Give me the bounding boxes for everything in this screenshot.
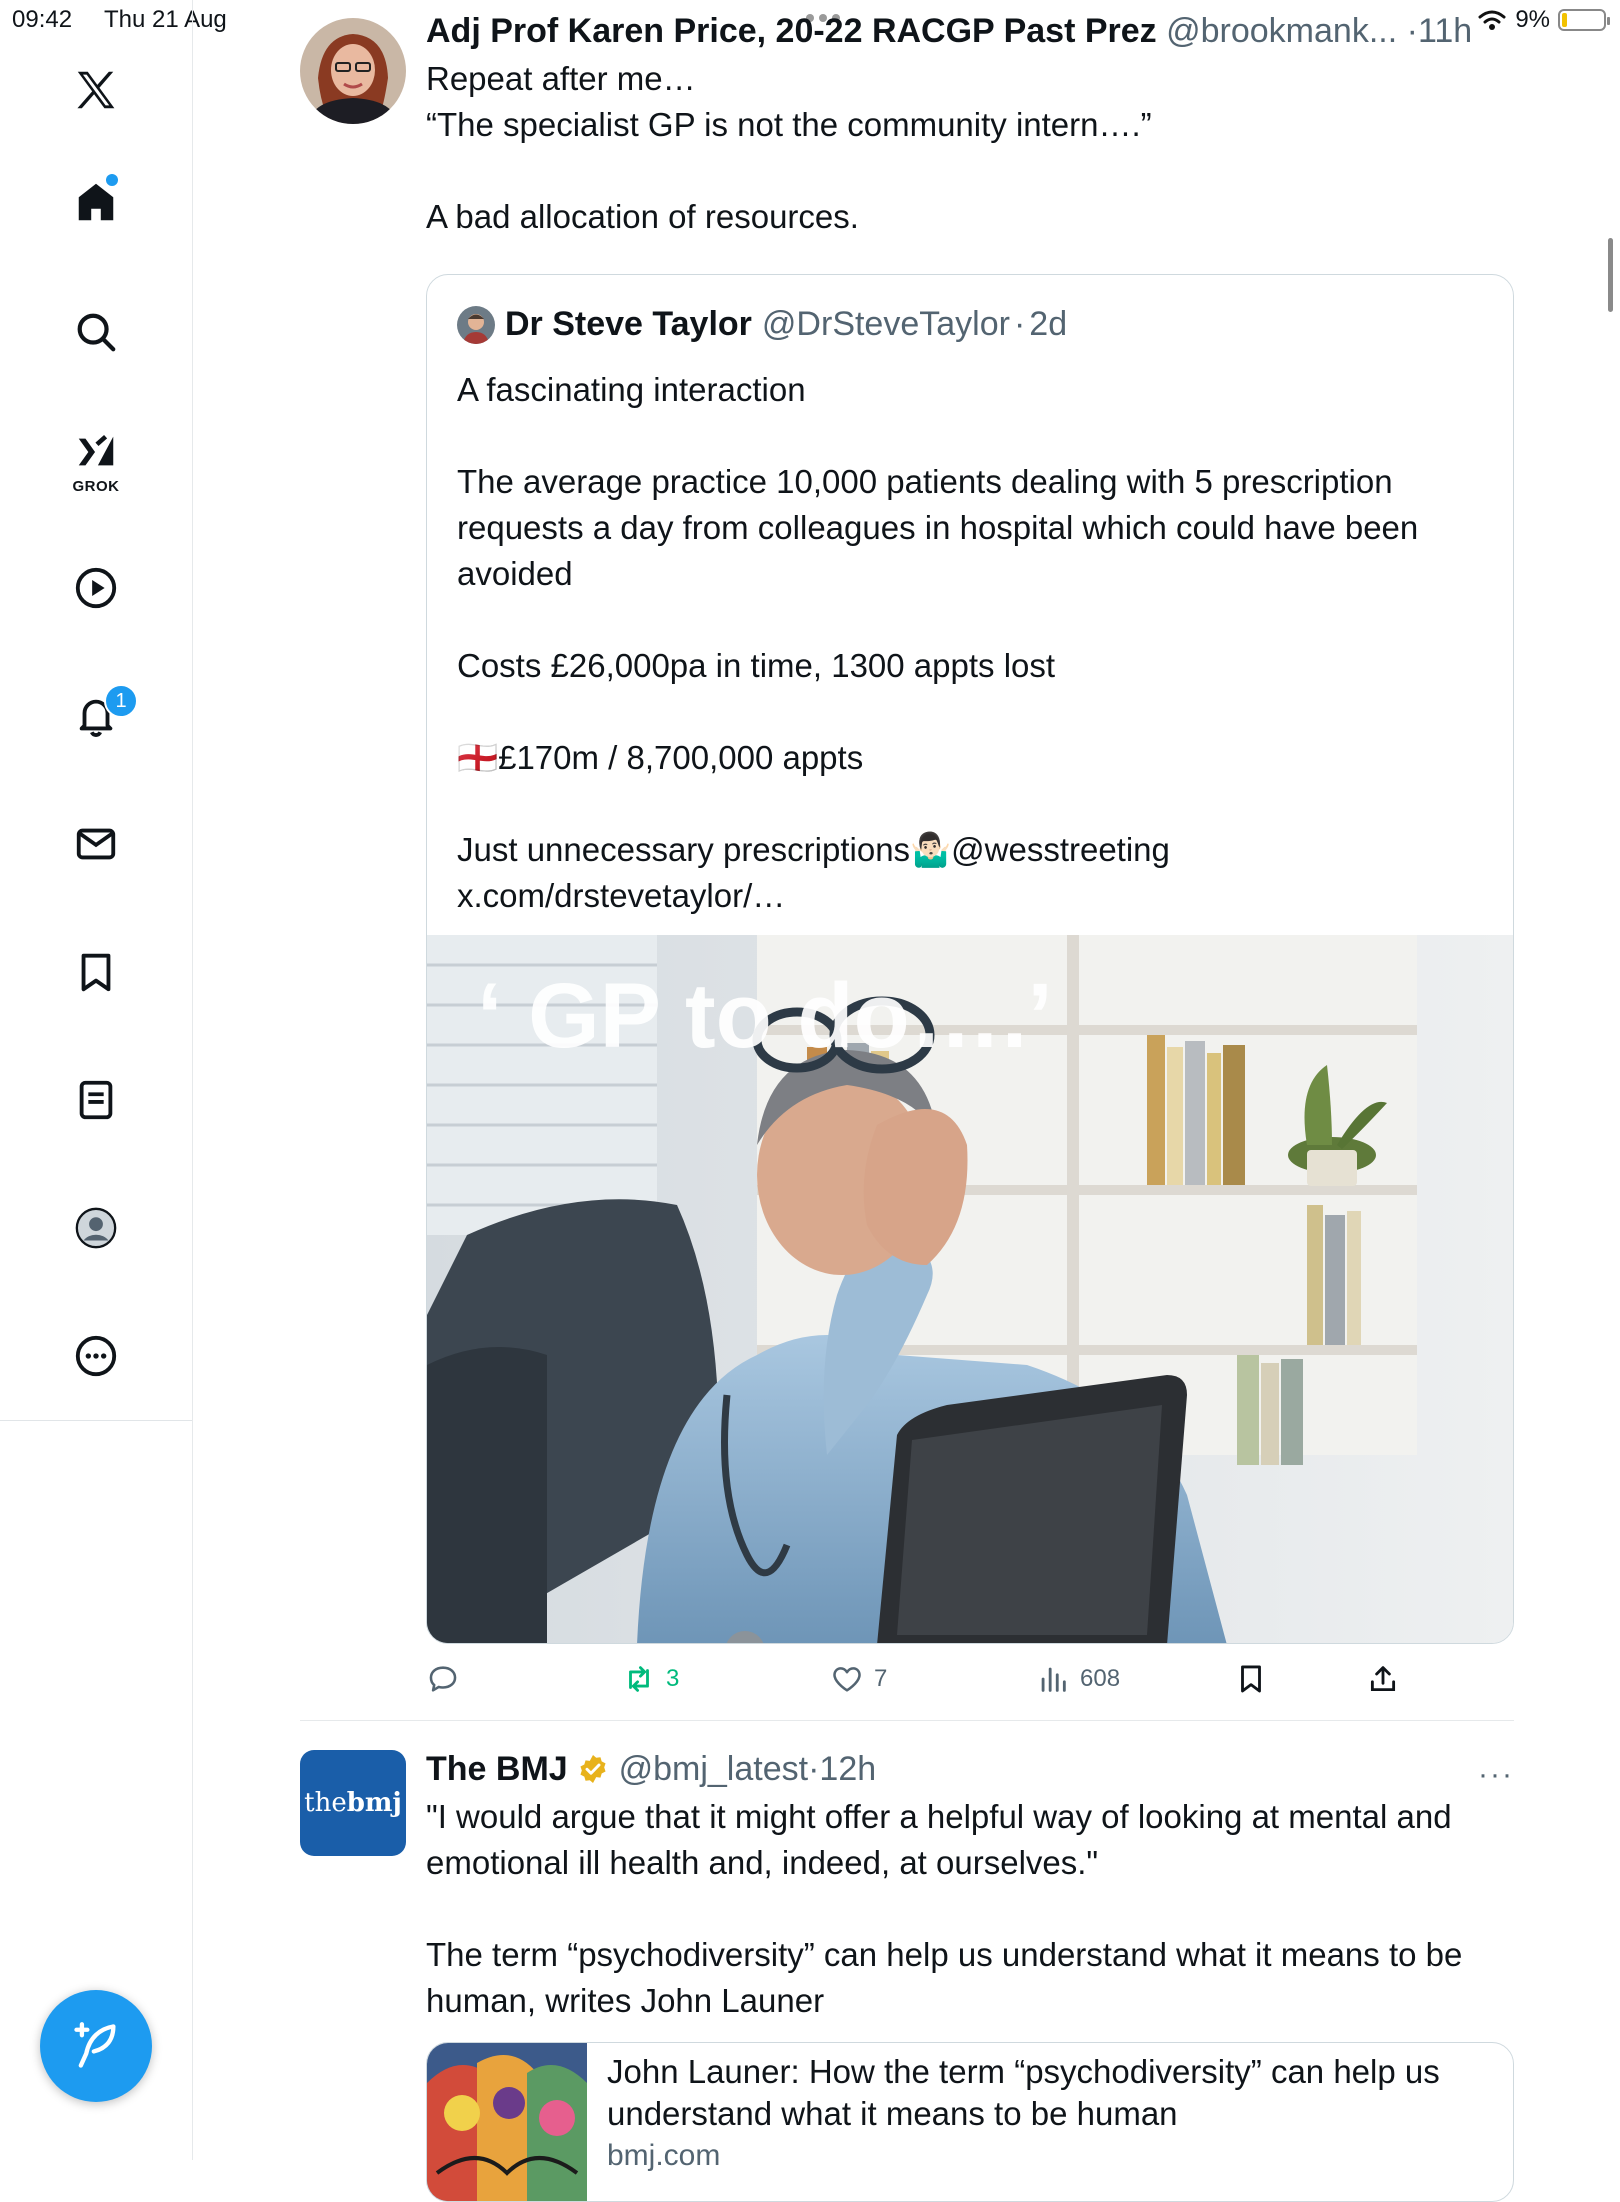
view-count: 608 [1080,1665,1121,1692]
link-card-domain: bmj.com [607,2139,721,2172]
tweet-more-button[interactable]: ··· [1478,1758,1514,1792]
author-name[interactable]: Adj Prof Karen Price, 20-22 RACGP Past P… [426,12,1157,50]
tweet-text: Repeat after me… “The specialist GP is n… [426,60,1152,235]
tweet-actions: 3 7 608 [426,1662,1516,1708]
share-icon [1370,1666,1396,1692]
quote-time[interactable]: 2d [1029,305,1067,344]
grok-label: GROK [72,478,120,495]
x-logo-icon[interactable] [70,64,122,116]
avatar[interactable] [300,18,406,124]
author-name[interactable]: The BMJ [426,1750,568,1788]
reply-button[interactable] [426,1662,470,1696]
reply-icon [429,1666,457,1692]
play-icon [75,567,117,609]
link-card[interactable]: John Launer: How the term “psychodiversi… [426,2042,1514,2202]
retweet-button[interactable]: 3 [622,1662,679,1696]
home-unread-dot [106,174,118,186]
compose-icon [74,2022,116,2068]
tweet-text: "I would argue that it might offer a hel… [426,1798,1463,2019]
quote-text: A fascinating interaction The average pr… [457,371,1419,914]
sidebar-item-more[interactable] [70,1330,122,1382]
sidebar-item-lists[interactable] [70,1074,122,1126]
share-button[interactable] [1366,1662,1400,1696]
sidebar-item-profile[interactable] [70,1202,122,1254]
separator-dot: · [1013,305,1026,343]
tweet-header: The BMJ @bmj_latest·12h [426,1750,1516,1789]
bmj-logo-the: the [304,1788,347,1818]
scrollbar[interactable] [1608,238,1613,312]
tweet-time[interactable]: 12h [819,1750,876,1788]
bookmark-button[interactable] [1234,1662,1268,1696]
search-icon [77,313,116,352]
tweet-time[interactable]: 11h [1418,12,1472,50]
quote-header: Dr Steve Taylor @DrSteveTaylor · 2d [457,305,1067,344]
verified-badge-icon [580,1755,606,1783]
sidebar-item-search[interactable] [70,306,122,358]
compose-button[interactable] [40,1990,152,2102]
separator-dot: · [1406,12,1418,50]
quoted-tweet[interactable]: Dr Steve Taylor @DrSteveTaylor · 2d A fasc… [426,274,1514,1644]
quote-author-handle[interactable]: @DrSteveTaylor [762,305,1010,344]
bmj-logo-bmj: bmj [346,1788,402,1818]
battery-percent: 9% [1515,6,1550,33]
author-handle[interactable]: @bmj_latest [619,1750,808,1788]
tweet-header: Adj Prof Karen Price, 20-22 RACGP Past P… [426,12,1516,51]
bookmark-icon [81,953,111,992]
avatar[interactable]: the bmj [300,1750,406,1856]
like-button[interactable]: 7 [830,1662,887,1696]
battery-icon [1558,9,1610,31]
retweet-icon [629,1666,649,1692]
separator-dot: · [808,1750,820,1788]
sidebar-divider [0,1420,192,1421]
tweet-karen-price[interactable]: Adj Prof Karen Price, 20-22 RACGP Past P… [300,12,1514,1712]
sidebar-item-bookmarks[interactable] [70,946,122,998]
link-card-title: John Launer: How the term “psychodiversi… [607,2053,1440,2132]
more-icon [75,1335,117,1377]
quote-avatar[interactable] [457,305,495,344]
quote-author-name[interactable]: Dr Steve Taylor [505,305,752,344]
sidebar: GROK 1 [0,0,193,2160]
tweet-divider [300,1720,1514,1721]
link-card-thumbnail [427,2043,587,2201]
mail-icon [76,828,116,860]
views-icon [1041,1667,1066,1692]
views-button[interactable]: 608 [1036,1662,1120,1696]
like-count: 7 [874,1665,888,1692]
sidebar-item-messages[interactable] [70,818,122,870]
tweet-bmj[interactable]: the bmj The BMJ @bmj_latest·12h ··· "I wo… [300,1750,1516,2202]
profile-icon [75,1207,117,1249]
notification-badge: 1 [104,684,138,718]
sidebar-item-grok[interactable] [70,426,122,478]
image-caption: ‘ GP to do….’ [477,965,1053,1067]
author-handle[interactable]: @brookmank... [1166,12,1397,50]
heart-icon [833,1667,861,1692]
quote-image[interactable]: ‘ GP to do….’ [427,935,1513,1643]
retweet-count: 3 [666,1665,680,1692]
list-icon [79,1080,113,1120]
bookmark-icon [1241,1665,1261,1693]
grok-icon [78,434,114,466]
sidebar-item-video[interactable] [70,562,122,614]
